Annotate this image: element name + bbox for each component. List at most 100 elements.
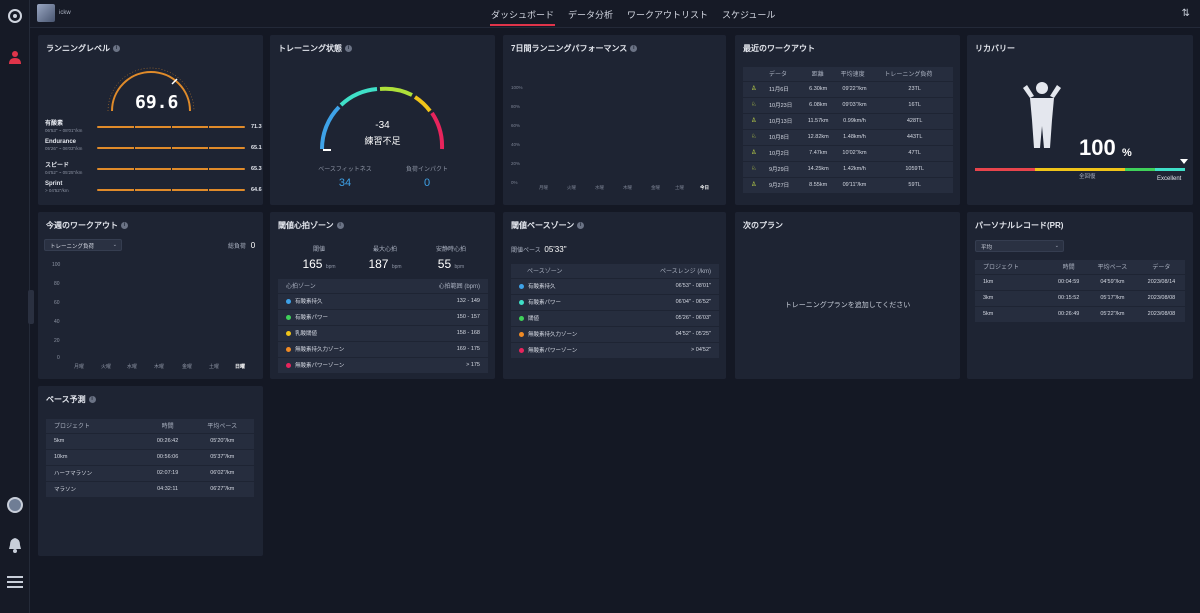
table-cell: 9月29日 (761, 161, 804, 178)
zone-name: 無酸素パワーゾーン (278, 357, 391, 374)
workout-row[interactable]: ♙ 9月27日 8.55km 09'11"/km 59TL (743, 177, 953, 194)
zone-name: 有酸素パワー (278, 309, 391, 326)
next-plan-title: 次のプラン (743, 221, 783, 230)
table-cell: 10月2日 (761, 145, 804, 162)
user-avatar[interactable] (37, 4, 55, 22)
pr-row[interactable]: 3km 00:15:52 05'17"/km 2023/08/08 (975, 290, 1185, 307)
add-plan-link[interactable]: トレーニングプランを追加してください (735, 300, 960, 310)
table-cell: 09'11"/km (832, 177, 877, 194)
zone-range: 06'53" - 08'01" (614, 278, 719, 295)
resting-hr: 安静時心拍 55 bpm (421, 244, 481, 271)
sidebar-collapse-handle[interactable] (28, 290, 34, 324)
max-hr: 最大心拍 187 bpm (355, 244, 415, 271)
hr-zone-row[interactable]: 有酸素持久 132 - 149 (278, 293, 488, 310)
pr-row[interactable]: 5km 00:26:49 05'22"/km 2023/08/08 (975, 306, 1185, 323)
workout-row[interactable]: ♘ 10月8日 12.82km 1.48km/h 443TL (743, 129, 953, 146)
level-bar (97, 188, 245, 192)
workout-row[interactable]: ♙ 10月2日 7.47km 10'02"/km 47TL (743, 145, 953, 162)
running-person-icon[interactable] (8, 50, 22, 64)
table-cell: 16TL (876, 97, 953, 114)
table-cell: 7.47km (803, 145, 833, 162)
level-pace: 04'52" ~ 05'25"/km (45, 170, 83, 175)
zone-color-dot (286, 299, 291, 305)
hr-zones-card: 閾値心拍ゾーン i 閾値 165 bpm 最大心拍 187 bpm 安静時心拍 5… (270, 212, 495, 379)
info-icon[interactable]: i (121, 222, 128, 229)
table-cell: 00:26:42 (144, 433, 191, 450)
info-icon[interactable]: i (113, 45, 120, 52)
table-cell: 10月13日 (761, 113, 804, 130)
max-hr-label: 最大心拍 (372, 247, 397, 253)
running-icon: ♘ (743, 129, 761, 146)
hr-zone-row[interactable]: 無酸素パワーゾーン > 175 (278, 357, 488, 374)
tab-data-analysis[interactable]: データ分析 (561, 0, 620, 28)
info-icon[interactable]: i (577, 222, 585, 229)
training-status-value: -34 (375, 120, 390, 131)
running-level-card: ランニングレベル i 69.6 有酸素 06'53" ~ 08'01"/km 71… (38, 35, 263, 205)
pace-zone-row[interactable]: 閾値 05'26" - 06'03" (511, 310, 719, 327)
level-pace: 06'53" ~ 08'01"/km (45, 128, 83, 133)
info-icon[interactable]: i (88, 396, 96, 403)
level-bar (97, 167, 245, 171)
prediction-row[interactable]: ハーフマラソン 02:07:19 06'02"/km (46, 465, 254, 482)
prediction-row[interactable]: 5km 00:26:42 05'20"/km (46, 433, 254, 450)
workout-row[interactable]: ♙ 10月13日 11.57km 0.99km/h 428TL (743, 113, 953, 130)
top-bar: ickw ダッシュボード データ分析 ワークアウトリスト スケジュール ⇅ (30, 0, 1200, 28)
x-tick: 金曜 (182, 364, 193, 370)
prediction-row[interactable]: 10km 00:56:06 05'37"/km (46, 449, 254, 466)
zone-color-dot (286, 363, 291, 369)
level-name: Sprint (45, 181, 63, 187)
workout-row[interactable]: ♘ 10月23日 6.08km 09'03"/km 16TL (743, 97, 953, 114)
table-cell: 9月27日 (761, 177, 804, 194)
pr-row[interactable]: 1km 00:04:59 04'59"/km 2023/08/14 (975, 274, 1185, 291)
tab-dashboard[interactable]: ダッシュボード (484, 0, 561, 28)
table-cell: 11.57km (803, 113, 833, 130)
pr-metric-dropdown[interactable]: 平均 ⌄ (975, 240, 1064, 252)
menu-icon[interactable] (7, 576, 23, 588)
x-tick: 木曜 (623, 185, 632, 190)
info-icon[interactable]: i (630, 45, 638, 52)
zone-color-dot (286, 347, 291, 353)
app-logo-icon[interactable] (8, 9, 22, 23)
info-icon[interactable]: i (336, 222, 344, 229)
zone-range: 06'04" - 06'52" (614, 294, 719, 311)
table-cell: 05'22"/km (1087, 306, 1138, 323)
total-load-label: 総負荷 (228, 244, 247, 250)
pace-zone-row[interactable]: 無酸素パワーゾーン > 04'52" (511, 342, 719, 359)
col-header: 距離 (803, 67, 833, 82)
col-header: ペースレンジ (/km) (614, 264, 719, 279)
workout-row[interactable]: ♘ 9月29日 14.25km 1.42km/h 1059TL (743, 161, 953, 178)
pace-zone-row[interactable]: 有酸素持久 06'53" - 08'01" (511, 278, 719, 295)
weekly-metric-dropdown[interactable]: トレーニング負荷 ⌄ (44, 239, 122, 251)
hr-zone-row[interactable]: 有酸素パワー 150 - 157 (278, 309, 488, 326)
prediction-row[interactable]: マラソン 04:32:11 06'27"/km (46, 481, 254, 498)
sort-icon[interactable]: ⇅ (1182, 8, 1190, 19)
pace-zone-row[interactable]: 無酸素持久力ゾーン 04'52" - 05'25" (511, 326, 719, 343)
zone-range: 150 - 157 (390, 309, 488, 326)
chevron-down-icon: ⌄ (1054, 243, 1059, 249)
profile-avatar[interactable] (7, 497, 23, 513)
x-tick: 月曜 (74, 364, 85, 370)
tab-workout-list[interactable]: ワークアウトリスト (620, 0, 715, 28)
col-header: 平均ペース (1087, 260, 1138, 275)
info-icon[interactable]: i (345, 45, 352, 52)
table-cell: 2023/08/08 (1137, 290, 1185, 307)
bell-icon[interactable] (8, 537, 22, 553)
user-profile[interactable]: ickw (37, 4, 71, 22)
col-header: プロジェクト (975, 260, 1051, 275)
total-load-value: 0 (250, 241, 256, 250)
zone-name: 有酸素持久 (278, 293, 391, 310)
running-icon: ♘ (743, 97, 761, 114)
zone-color-dot (519, 316, 524, 322)
table-cell: 00:15:52 (1050, 290, 1087, 307)
hr-zone-row[interactable]: 無酸素持久力ゾーン 169 - 175 (278, 341, 488, 358)
hr-zone-row[interactable]: 乳酸閾値 158 - 168 (278, 325, 488, 342)
pace-zone-row[interactable]: 有酸素パワー 06'04" - 06'52" (511, 294, 719, 311)
resting-hr-value: 55 (437, 257, 452, 271)
workout-row[interactable]: ♙ 11月6日 6.30km 09'22"/km 23TL (743, 81, 953, 98)
running-level-title: ランニングレベル (46, 44, 110, 53)
total-load: 総負荷 0 (228, 241, 255, 250)
table-cell: 0.99km/h (832, 113, 877, 130)
x-tick-today: 今日 (700, 185, 709, 190)
level-row-sprint: Sprint > 04'52"/km 64.6 (45, 181, 262, 201)
tab-schedule[interactable]: スケジュール (715, 0, 782, 28)
